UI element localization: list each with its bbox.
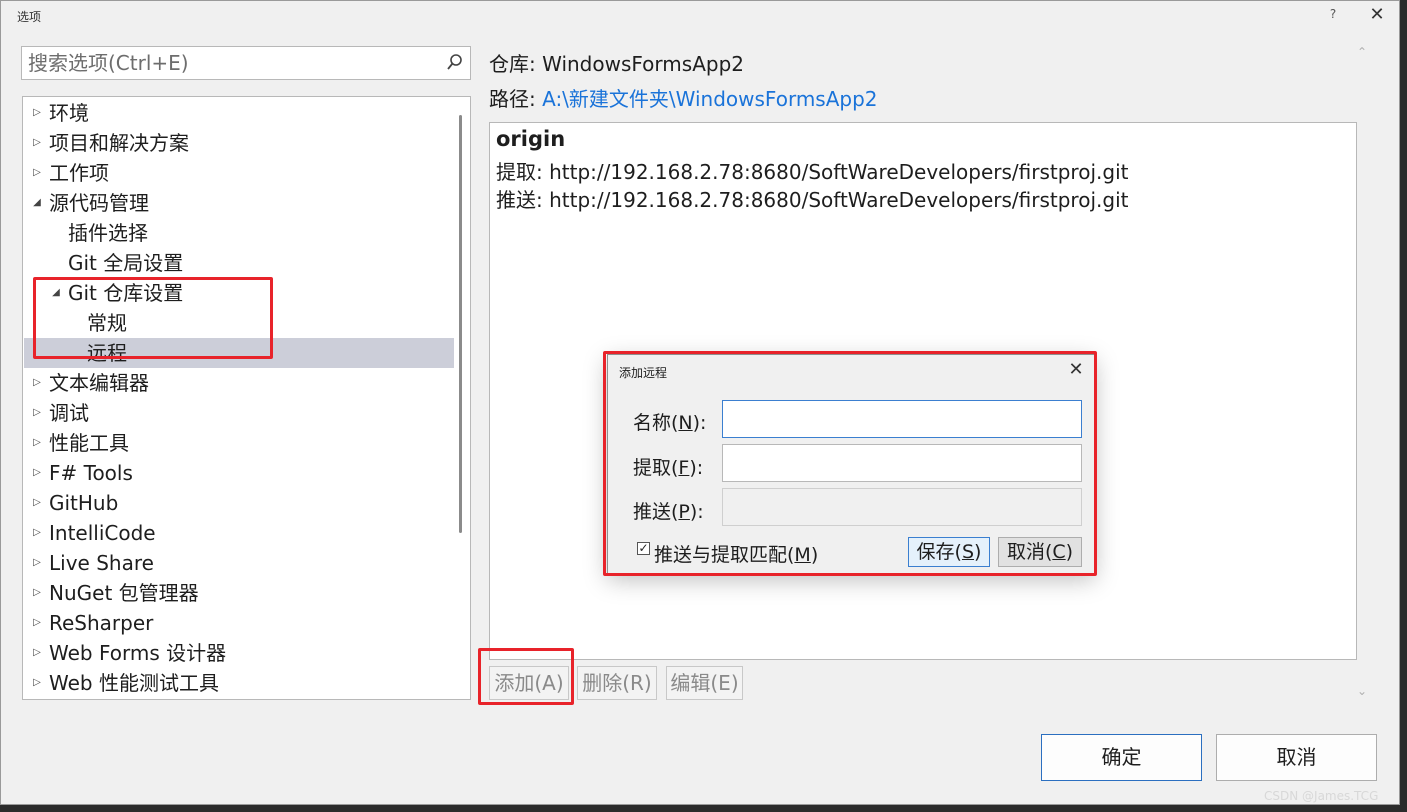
delete-remote-button[interactable]: 删除(R) (577, 666, 657, 700)
push-label: 推送(P): (633, 501, 704, 523)
fetch-url-field[interactable] (722, 444, 1082, 482)
help-icon[interactable]: ? (1323, 7, 1343, 21)
tree-item-label: 工作项 (49, 161, 109, 185)
expand-icon[interactable]: ▷ (30, 428, 44, 458)
watermark: CSDN @James.TCG (1264, 789, 1379, 803)
tree-item-fsharp-tools[interactable]: ▷ F# Tools (24, 458, 454, 488)
remote-push-url: 推送: http://192.168.2.78:8680/SoftWareDev… (496, 188, 1129, 212)
tree-item-source-control[interactable]: ◢ 源代码管理 (24, 188, 454, 218)
tree-item-environment[interactable]: ▷ 环境 (24, 98, 454, 128)
name-label: 名称(N): (633, 412, 707, 434)
dialog-title: 添加远程 (619, 366, 668, 380)
tree-item-label: 项目和解决方案 (49, 131, 189, 155)
add-remote-dialog: 添加远程 ✕ 名称(N): 提取(F): 推送(P): ✓ 推送与提取匹配(M)… (607, 354, 1095, 574)
tree-item-label: 远程 (87, 341, 127, 365)
expand-icon[interactable]: ▷ (30, 368, 44, 398)
remote-name-field[interactable] (722, 400, 1082, 438)
tree-item-label: NuGet 包管理器 (49, 581, 199, 605)
tree-item-label: 常规 (87, 311, 127, 335)
push-url-field[interactable] (722, 488, 1082, 526)
tree-item-general[interactable]: 常规 (24, 308, 454, 338)
ok-button[interactable]: 确定 (1041, 734, 1202, 781)
tree-item-resharper[interactable]: ▷ ReSharper (24, 608, 454, 638)
search-icon[interactable] (446, 53, 464, 73)
path-label: 路径: (489, 87, 536, 111)
tree-item-performance-tools[interactable]: ▷ 性能工具 (24, 428, 454, 458)
search-box (21, 46, 471, 80)
tree-item-text-editor[interactable]: ▷ 文本编辑器 (24, 368, 454, 398)
match-push-fetch-label[interactable]: 推送与提取匹配(M) (654, 540, 818, 567)
tree-item-label: 文本编辑器 (49, 371, 149, 395)
collapse-icon[interactable]: ◢ (49, 278, 63, 308)
dialog-cancel-button[interactable]: 取消(C) (998, 537, 1082, 567)
tree-item-label: Live Share (49, 551, 154, 575)
expand-icon[interactable]: ▷ (30, 398, 44, 428)
expand-icon[interactable]: ▷ (30, 578, 44, 608)
fetch-label: 提取(F): (633, 457, 704, 479)
tree-item-label: 调试 (49, 401, 89, 425)
tree-item-projects-solutions[interactable]: ▷ 项目和解决方案 (24, 128, 454, 158)
repo-info: 仓库: WindowsFormsApp2 (489, 48, 744, 77)
tree-item-label: 性能工具 (49, 431, 129, 455)
collapse-icon[interactable]: ◢ (30, 188, 44, 218)
tree-item-label: ReSharper (49, 611, 154, 635)
expand-icon[interactable]: ▷ (30, 128, 44, 158)
tree-item-label: IntelliCode (49, 521, 156, 545)
repo-name: WindowsFormsApp2 (542, 52, 744, 76)
tree-item-label: Git 全局设置 (68, 251, 184, 275)
remote-fetch-url: 提取: http://192.168.2.78:8680/SoftWareDev… (496, 160, 1129, 184)
repo-label: 仓库: (489, 52, 536, 76)
tree-item-nuget[interactable]: ▷ NuGet 包管理器 (24, 578, 454, 608)
expand-icon[interactable]: ▷ (30, 98, 44, 128)
tree-item-intellicode[interactable]: ▷ IntelliCode (24, 518, 454, 548)
tree-item-label: 插件选择 (68, 221, 148, 245)
scroll-up-icon[interactable]: ⌃ (1357, 45, 1367, 59)
expand-icon[interactable]: ▷ (30, 548, 44, 578)
expand-icon[interactable]: ▷ (30, 158, 44, 188)
tree-item-github[interactable]: ▷ GitHub (24, 488, 454, 518)
title-bar: 选项 ? ✕ (1, 1, 1399, 31)
expand-icon[interactable]: ▷ (30, 518, 44, 548)
tree-item-label: Web 性能测试工具 (49, 671, 219, 695)
cancel-button[interactable]: 取消 (1216, 734, 1377, 781)
edit-remote-button[interactable]: 编辑(E) (666, 666, 743, 700)
match-push-fetch-checkbox[interactable]: ✓ (637, 542, 650, 555)
tree-item-web-perf-test-tools[interactable]: ▷ Web 性能测试工具 (24, 668, 454, 698)
close-icon[interactable]: ✕ (1365, 4, 1389, 25)
add-remote-button[interactable]: 添加(A) (489, 666, 569, 700)
expand-icon[interactable]: ▷ (30, 458, 44, 488)
expand-icon[interactable]: ▷ (30, 638, 44, 668)
tree-item-plugin-selection[interactable]: 插件选择 (24, 218, 454, 248)
tree-item-label: Web Forms 设计器 (49, 641, 227, 665)
expand-icon[interactable]: ▷ (30, 488, 44, 518)
tree-item-label: 环境 (49, 101, 89, 125)
path-link[interactable]: A:\新建文件夹\WindowsFormsApp2 (542, 87, 877, 111)
scroll-down-icon[interactable]: ⌄ (1357, 684, 1367, 698)
expand-icon[interactable]: ▷ (30, 668, 44, 698)
path-info: 路径: A:\新建文件夹\WindowsFormsApp2 (489, 83, 878, 112)
tree-item-label: Git 仓库设置 (68, 281, 184, 305)
tree-scrollbar[interactable] (459, 115, 462, 533)
options-tree: ▷ 环境 ▷ 项目和解决方案 ▷ 工作项 ◢ 源代码管理 插件选择 Git 全局… (22, 96, 471, 700)
options-window: 选项 ? ✕ ▷ 环境 ▷ 项目和解决方案 ▷ 工作项 ◢ 源代码管理 插件选择 (0, 0, 1400, 805)
tree-item-git-global-settings[interactable]: Git 全局设置 (24, 248, 454, 278)
tree-item-live-share[interactable]: ▷ Live Share (24, 548, 454, 578)
tree-item-work-items[interactable]: ▷ 工作项 (24, 158, 454, 188)
tree-item-remotes[interactable]: 远程 (24, 338, 454, 368)
tree-item-label: 源代码管理 (49, 191, 149, 215)
tree-item-label: GitHub (49, 491, 119, 515)
search-input[interactable] (22, 47, 442, 79)
expand-icon[interactable]: ▷ (30, 608, 44, 638)
window-title: 选项 (17, 10, 42, 24)
tree-item-label: F# Tools (49, 461, 133, 485)
remote-name[interactable]: origin (496, 127, 565, 151)
dialog-close-icon[interactable]: ✕ (1066, 359, 1086, 380)
tree-item-debugging[interactable]: ▷ 调试 (24, 398, 454, 428)
tree-item-web-forms-designer[interactable]: ▷ Web Forms 设计器 (24, 638, 454, 668)
save-button[interactable]: 保存(S) (908, 537, 990, 567)
tree-item-git-repo-settings[interactable]: ◢ Git 仓库设置 (24, 278, 454, 308)
